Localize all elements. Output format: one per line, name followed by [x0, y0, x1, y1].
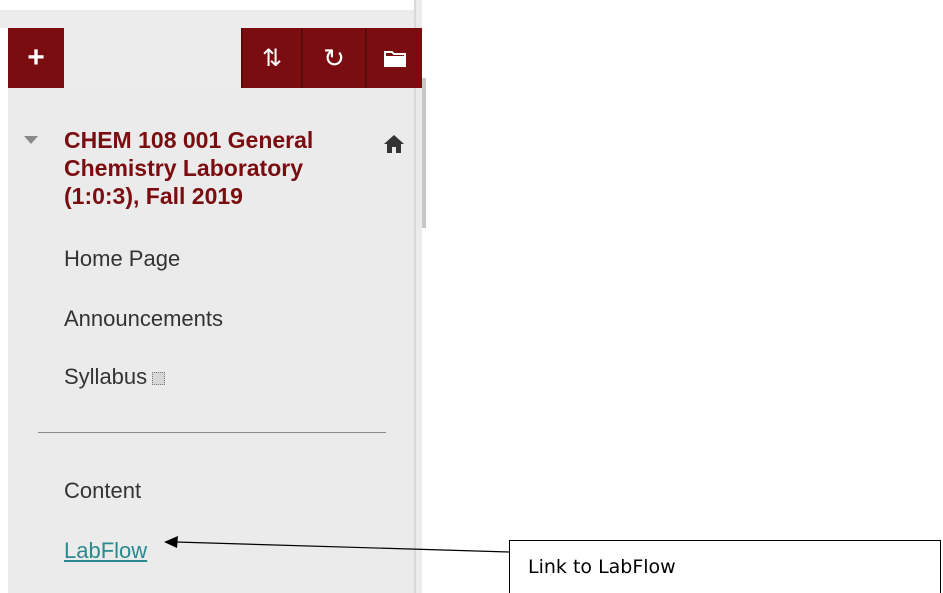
panel-top-strip: [0, 0, 414, 28]
course-menu-toolbar: + ⇅ ↻: [8, 28, 422, 88]
sort-arrows-icon: ⇅: [261, 44, 283, 72]
menu-item-label: Announcements: [64, 306, 223, 331]
menu-item-label: Home Page: [64, 246, 181, 271]
course-menu-panel: [8, 0, 422, 593]
folder-icon: [383, 51, 406, 67]
course-title[interactable]: CHEM 108 001 General Chemistry Laborator…: [64, 126, 364, 210]
menu-item-label: LabFlow: [64, 538, 148, 563]
menu-item-home-page[interactable]: Home Page: [64, 246, 180, 272]
callout-arrow: [164, 536, 509, 553]
menu-item-content[interactable]: Content: [64, 478, 141, 504]
callout-text: Link to LabFlow: [528, 556, 676, 578]
refresh-icon: ↻: [323, 42, 345, 73]
folder-view-button[interactable]: [367, 28, 422, 88]
menu-item-label: Syllabus: [64, 364, 148, 389]
menu-item-announcements[interactable]: Announcements: [64, 306, 223, 332]
home-icon[interactable]: [382, 132, 406, 156]
collapse-arrow-icon[interactable]: [24, 136, 38, 144]
panel-border: [414, 0, 416, 593]
plus-icon: +: [27, 41, 45, 74]
menu-item-label: Content: [64, 478, 142, 503]
toolbar-blank-area: [64, 28, 241, 88]
menu-item-labflow-link[interactable]: LabFlow: [64, 538, 147, 564]
scrollbar-thumb[interactable]: [422, 78, 426, 228]
refresh-button[interactable]: ↻: [303, 28, 365, 88]
menu-divider: [38, 432, 386, 433]
menu-item-syllabus[interactable]: Syllabus: [64, 364, 166, 390]
add-menu-item-button[interactable]: +: [8, 28, 64, 88]
reorder-button[interactable]: ⇅: [243, 28, 301, 88]
empty-item-icon: [152, 371, 166, 385]
callout-box: Link to LabFlow: [509, 540, 941, 593]
